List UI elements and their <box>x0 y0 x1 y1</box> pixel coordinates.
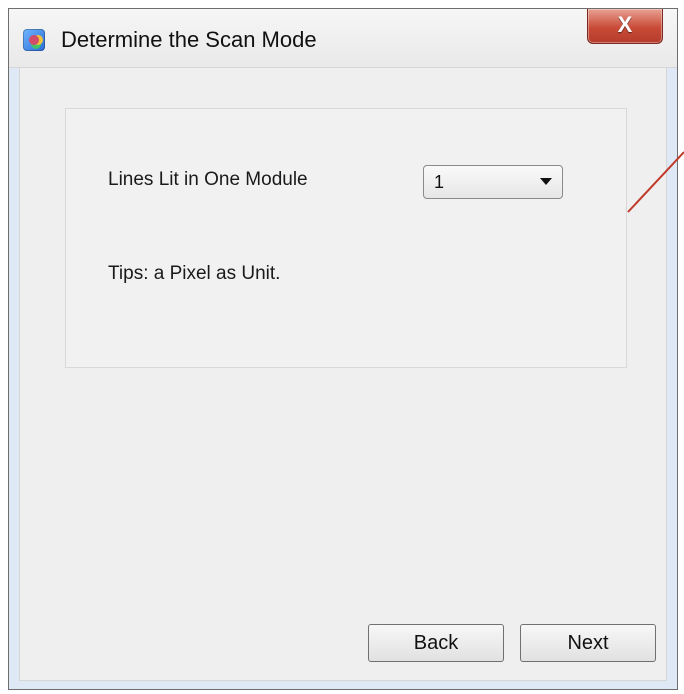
next-button[interactable]: Next <box>520 624 656 662</box>
tips-text: Tips: a Pixel as Unit. <box>108 263 281 284</box>
window-title: Determine the Scan Mode <box>61 27 317 52</box>
back-button[interactable]: Back <box>368 624 504 662</box>
lines-lit-dropdown[interactable]: 1 <box>423 165 563 199</box>
close-button[interactable]: X <box>587 9 663 44</box>
app-icon <box>23 29 45 51</box>
dialog-content: Lines Lit in One Module 1 Tips: a Pixel … <box>19 67 667 681</box>
chevron-down-icon <box>540 178 552 185</box>
dialog-window: Determine the Scan Mode X Lines Lit in O… <box>8 8 678 690</box>
lines-lit-value: 1 <box>434 172 445 192</box>
settings-group: Lines Lit in One Module 1 Tips: a Pixel … <box>65 108 627 368</box>
close-icon: X <box>617 12 633 37</box>
lines-lit-label: Lines Lit in One Module <box>108 169 308 190</box>
title-bar[interactable]: Determine the Scan Mode X <box>9 9 677 68</box>
